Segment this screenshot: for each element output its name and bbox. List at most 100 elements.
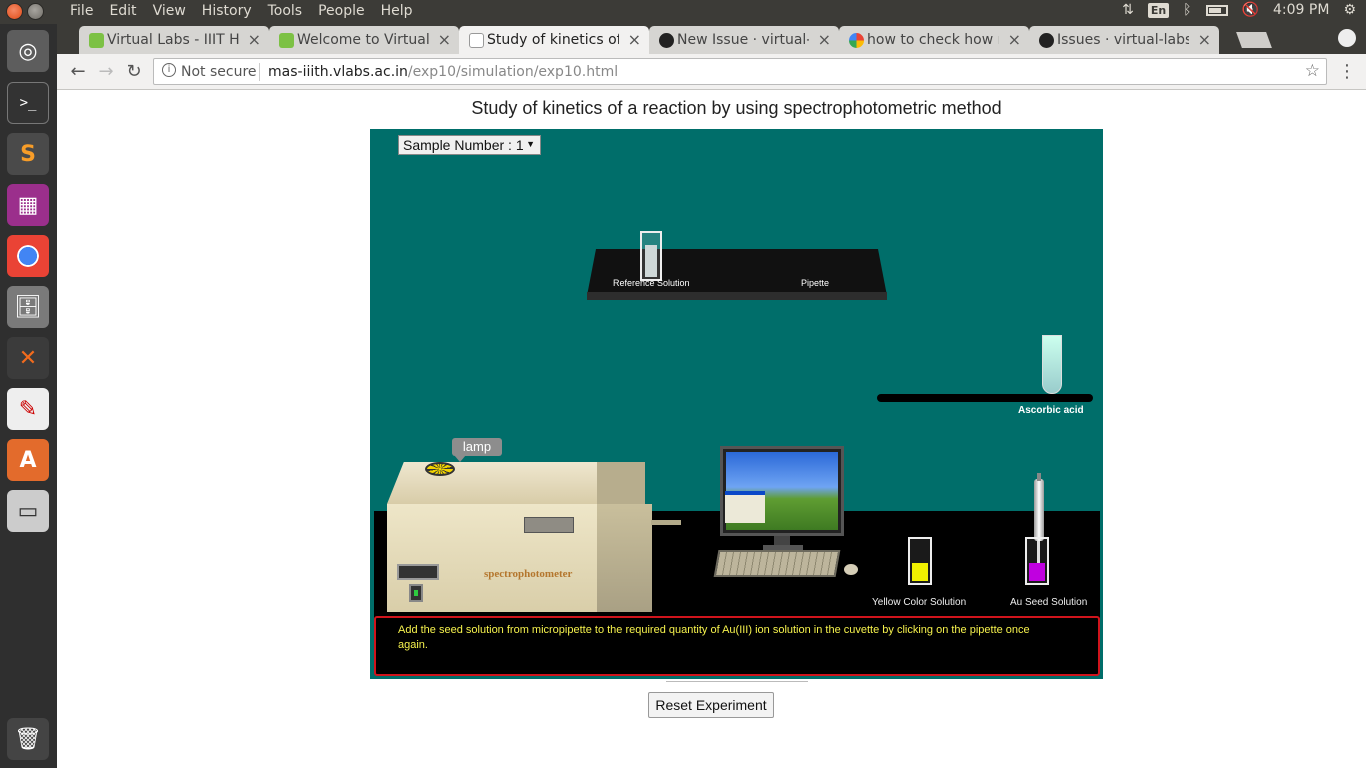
- software-center-icon[interactable]: A: [7, 439, 49, 481]
- tab-strip: Virtual Labs - IIIT Hy × Welcome to Virt…: [57, 24, 1366, 54]
- forward-arrow-icon[interactable]: →: [95, 60, 117, 82]
- reference-cuvette[interactable]: [640, 231, 662, 281]
- tab-welcome[interactable]: Welcome to Virtual ×: [269, 26, 459, 54]
- close-tab-icon[interactable]: ×: [1008, 30, 1021, 49]
- browser-menu-icon[interactable]: ⋮: [1338, 61, 1356, 82]
- yellow-solution-label: Yellow Color Solution: [872, 597, 967, 608]
- spectro-cable: [651, 520, 681, 525]
- divider: [259, 63, 260, 81]
- ubuntu-dash-icon[interactable]: ◎: [7, 30, 49, 72]
- reload-icon[interactable]: ↻: [123, 60, 145, 82]
- app-menu: File Edit View History Tools People Help: [70, 3, 413, 19]
- dropdown-arrow-icon: ▼: [526, 139, 535, 149]
- keyboard: [713, 550, 841, 577]
- github-favicon-icon: [659, 33, 674, 48]
- menu-edit[interactable]: Edit: [109, 3, 136, 19]
- lamp-icon[interactable]: [425, 462, 455, 476]
- vlabs-favicon-icon: [89, 33, 104, 48]
- instruction-text: Add the seed solution from micropipette …: [398, 624, 1030, 651]
- top-shelf-edge: [587, 292, 887, 300]
- battery-icon[interactable]: [1205, 4, 1228, 16]
- back-arrow-icon[interactable]: ←: [67, 60, 89, 82]
- menu-people[interactable]: People: [318, 3, 365, 19]
- sublime-text-icon[interactable]: S: [7, 133, 49, 175]
- page-favicon-icon: [469, 33, 484, 48]
- tab-label: New Issue · virtual-l: [677, 32, 809, 48]
- reset-experiment-button[interactable]: Reset Experiment: [648, 692, 774, 718]
- volume-muted-icon[interactable]: 🔇: [1242, 2, 1259, 18]
- ascorbic-acid-tube[interactable]: [1042, 335, 1062, 394]
- files-icon[interactable]: 🗄: [7, 286, 49, 328]
- chrome-icon[interactable]: [7, 235, 49, 277]
- instruction-box: Add the seed solution from micropipette …: [374, 616, 1100, 676]
- tab-label: Welcome to Virtual: [297, 32, 429, 48]
- clock[interactable]: 4:09 PM: [1273, 2, 1329, 18]
- reference-solution-label: Reference Solution: [613, 278, 690, 288]
- pipette-slot-label: Pipette: [801, 278, 830, 288]
- monitor-window: [725, 491, 765, 523]
- network-icon[interactable]: ⇅: [1122, 2, 1134, 18]
- menu-view[interactable]: View: [153, 3, 186, 19]
- tab-study-kinetics[interactable]: Study of kinetics of ×: [459, 26, 649, 54]
- spectro-display: [524, 517, 574, 533]
- close-tab-icon[interactable]: ×: [628, 30, 641, 49]
- page-title: Study of kinetics of a reaction by using…: [471, 98, 1002, 118]
- url-text[interactable]: mas-iiith.vlabs.ac.in/exp10/simulation/e…: [268, 64, 618, 80]
- computer-monitor[interactable]: [720, 446, 844, 536]
- close-tab-icon[interactable]: ×: [1198, 30, 1211, 49]
- close-window-button[interactable]: [6, 3, 23, 20]
- micropipette[interactable]: [1034, 473, 1044, 563]
- close-tab-icon[interactable]: ×: [438, 30, 451, 49]
- right-shelf: [877, 394, 1093, 402]
- tab-new-issue[interactable]: New Issue · virtual-l ×: [649, 26, 839, 54]
- document-viewer-icon[interactable]: ✎: [7, 388, 49, 430]
- menu-help[interactable]: Help: [381, 3, 413, 19]
- remote-desktop-icon[interactable]: ▭: [7, 490, 49, 532]
- au-seed-fill: [1029, 563, 1045, 581]
- menu-tools[interactable]: Tools: [268, 3, 303, 19]
- ascorbic-acid-label: Ascorbic acid: [1018, 405, 1084, 416]
- tab-label: Issues · virtual-labs/: [1057, 32, 1189, 48]
- bluetooth-icon[interactable]: ᛒ: [1183, 2, 1191, 18]
- close-tab-icon[interactable]: ×: [818, 30, 831, 49]
- menu-history[interactable]: History: [202, 3, 252, 19]
- tab-label: Study of kinetics of: [487, 32, 619, 48]
- google-favicon-icon: [849, 33, 864, 48]
- mouse: [844, 564, 858, 575]
- keyboard-layout-indicator[interactable]: En: [1147, 2, 1170, 18]
- tab-label: Virtual Labs - IIIT Hy: [107, 32, 239, 48]
- tab-issues[interactable]: Issues · virtual-labs/ ×: [1029, 26, 1219, 54]
- terminal-icon[interactable]: >_: [7, 82, 49, 124]
- minimize-window-button[interactable]: [27, 3, 44, 20]
- window-controls: [6, 3, 44, 20]
- url-host: mas-iiith.vlabs.ac.in: [268, 64, 408, 80]
- profile-avatar-icon[interactable]: [1338, 29, 1356, 47]
- settings-gear-icon[interactable]: ⚙: [1343, 2, 1356, 18]
- system-tray: ⇅ En ᛒ 🔇 4:09 PM ⚙: [1122, 2, 1356, 18]
- workspace-switcher-icon[interactable]: ▦: [7, 184, 49, 226]
- menu-file[interactable]: File: [70, 3, 93, 19]
- launcher: ◎ >_ S ▦ 🗄 ✕ ✎ A ▭ 🗑: [0, 24, 57, 768]
- tab-label: how to check how n: [867, 32, 999, 48]
- bookmark-star-icon[interactable]: ☆: [1305, 61, 1320, 81]
- sample-number-select[interactable]: Sample Number : 1 ▼: [398, 135, 541, 155]
- yellow-solution-fill: [912, 563, 928, 581]
- spectro-top: [387, 462, 597, 504]
- trash-icon[interactable]: 🗑: [7, 718, 49, 760]
- new-tab-button[interactable]: [1236, 32, 1272, 48]
- xampp-icon[interactable]: ✕: [7, 337, 49, 379]
- url-path: /exp10/simulation/exp10.html: [407, 64, 619, 80]
- tab-virtual-labs[interactable]: Virtual Labs - IIIT Hy ×: [79, 26, 269, 54]
- info-icon[interactable]: i: [162, 63, 176, 77]
- system-menu-bar: File Edit View History Tools People Help…: [0, 0, 1366, 24]
- au-seed-cuvette[interactable]: [1025, 537, 1049, 585]
- close-tab-icon[interactable]: ×: [248, 30, 261, 49]
- security-label[interactable]: Not secure: [181, 64, 257, 80]
- yellow-solution-cuvette[interactable]: [908, 537, 932, 585]
- power-switch-icon[interactable]: [409, 584, 423, 602]
- browser-toolbar: ← → ↻ i Not secure mas-iiith.vlabs.ac.in…: [57, 54, 1366, 90]
- address-bar[interactable]: i Not secure mas-iiith.vlabs.ac.in/exp10…: [153, 58, 1327, 85]
- tab-google-search[interactable]: how to check how n ×: [839, 26, 1029, 54]
- simulation-canvas: Sample Number : 1 ▼ Reference Solution P…: [370, 129, 1103, 679]
- spectrophotometer[interactable]: spectrophotometer: [387, 462, 652, 612]
